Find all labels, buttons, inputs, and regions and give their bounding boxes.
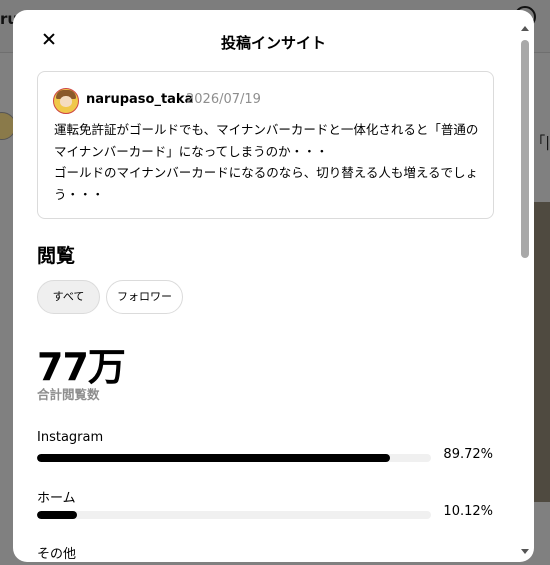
background-image <box>532 202 550 502</box>
post-username[interactable]: narupaso_taka <box>86 92 193 107</box>
scroll-up-icon[interactable] <box>521 26 529 31</box>
scroll-down-icon[interactable] <box>521 549 529 554</box>
total-views-number: 77万 <box>37 345 126 389</box>
post-preview-card[interactable]: narupaso_taka 2026/07/19 運転免許証がゴールドでも、マイ… <box>37 71 494 219</box>
filter-followers-button[interactable]: フォロワー <box>106 280 183 314</box>
breakdown-percent: 89.72% <box>443 447 493 462</box>
total-views-caption: 合計閲覧数 <box>37 387 100 402</box>
scrollbar[interactable] <box>520 26 530 556</box>
breakdown-label: Instagram <box>37 430 104 445</box>
avatar[interactable] <box>53 88 79 114</box>
breakdown-bar-fill <box>37 454 391 462</box>
post-date: 2026/07/19 <box>186 92 261 107</box>
breakdown-bar-track <box>37 511 431 519</box>
views-section-title: 閲覧 <box>37 245 76 267</box>
avatar-face <box>60 96 72 107</box>
modal-header: 投稿インサイト <box>13 10 534 70</box>
breakdown-label: ホーム <box>37 491 76 506</box>
breakdown-bar-fill <box>37 511 77 519</box>
modal-title: 投稿インサイト <box>220 34 326 52</box>
post-text: 運転免許証がゴールドでも、マイナンバーカードと一体化されると「普通の マイナンバ… <box>54 122 479 202</box>
breakdown-label: その他 <box>37 547 77 562</box>
filter-all-button[interactable]: すべて <box>37 280 100 314</box>
scrollbar-thumb[interactable] <box>521 40 529 258</box>
breakdown-bar-track <box>37 454 431 462</box>
insights-modal: 投稿インサイト narupaso_taka 2026/07/19 運転免許証がゴ… <box>13 10 534 562</box>
background-text-fragment: 「| <box>531 135 550 151</box>
breakdown-percent: 10.12% <box>443 504 493 519</box>
